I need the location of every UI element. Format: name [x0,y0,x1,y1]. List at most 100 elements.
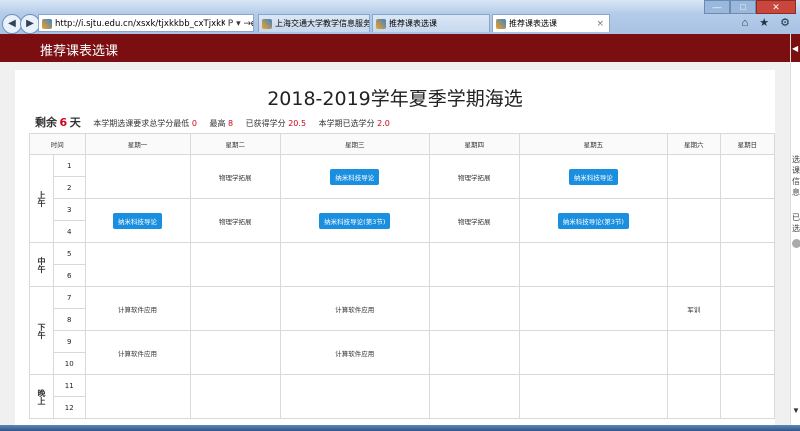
remaining-label: 剩余 [35,116,57,129]
cell-tue-34[interactable]: 物理学拓展 [189,198,282,243]
cell-mon-910[interactable]: 计算软件应用 [84,330,191,375]
course-badge[interactable]: 纳米科技导论 [113,212,163,229]
address-tools[interactable]: P ▾ → [224,15,251,31]
cell-fri-1112 [519,374,668,419]
cell-sun-1112 [719,374,776,419]
cell-sun-910 [719,330,776,375]
cell-mon-12 [84,154,191,199]
cell-sat-34 [666,198,721,243]
slot-number: 9 [52,330,86,353]
slot-number: 2 [52,176,86,199]
cell-wed-12[interactable]: 纳米科技导论 [280,154,430,199]
selected-credits-label: 本学期已选学分 [318,119,375,128]
slot-number: 10 [52,352,86,375]
back-button[interactable]: ◀ [2,14,22,34]
slot-number: 12 [52,396,86,419]
period-label-noon: 中午 [29,242,54,287]
table-row: 9 计算软件应用 计算软件应用 [30,330,776,375]
day-header: 星期二 [189,133,282,155]
os-taskbar [0,425,800,431]
cell-wed-78[interactable]: 计算软件应用 [280,286,430,331]
cell-tue-1112 [189,374,282,419]
window-controls: — □ ✕ [704,0,796,14]
cell-fri-34[interactable]: 纳米科技导论(第3节) [519,198,668,243]
cell-fri-56 [519,242,668,287]
earned-label: 已获得学分 [245,119,286,128]
cell-wed-56 [280,242,430,287]
slot-number: 7 [52,286,86,309]
max-credits: 8 [228,119,234,128]
expand-arrow-icon[interactable]: ◀ [792,44,798,53]
tab-close-icon[interactable]: × [596,15,604,32]
toggle-dot-icon[interactable] [792,239,800,248]
cell-mon-78[interactable]: 计算软件应用 [84,286,191,331]
tab-recommend-active[interactable]: 推荐课表选课 × [492,14,610,32]
browser-title-strip [0,0,800,12]
schedule-table: 时间 星期一 星期二 星期三 星期四 星期五 星期六 星期日 上午 1 物理学拓… [29,133,776,419]
selected-credits: 2.0 [377,119,390,128]
cell-thu-910 [428,330,521,375]
slot-number: 1 [52,154,86,177]
tab-favicon-icon [376,19,386,29]
slot-number: 6 [52,264,86,287]
cell-sat-1112 [666,374,721,419]
app-title: 推荐课表选课 [40,44,119,59]
tab-label: 推荐课表选课 [389,19,437,28]
period-label-evening: 晚上 [29,374,54,419]
cell-thu-78 [428,286,521,331]
cell-wed-34[interactable]: 纳米科技导论(第3节) [280,198,430,243]
remaining-days: 6 [59,116,68,129]
table-row: 中午 5 [29,242,776,287]
tab-favicon-icon [262,19,272,29]
cell-tue-12[interactable]: 物理学拓展 [189,154,282,199]
cell-sun-56 [719,242,776,287]
cell-mon-56 [84,242,191,287]
cell-sun-12 [719,154,776,199]
slot-number: 4 [52,220,86,243]
cell-wed-1112 [280,374,430,419]
time-header: 时间 [29,133,86,155]
site-favicon-icon [42,19,52,29]
forward-button[interactable]: ▶ [20,14,40,34]
cell-sat-56 [666,242,721,287]
selected-label[interactable]: 已选 [792,212,800,234]
course-badge[interactable]: 纳米科技导论(第3节) [557,212,629,229]
address-bar[interactable]: http://i.sjtu.edu.cn/xsxk/tjxkkbb_cxTjxk… [38,14,254,32]
slot-number: 8 [52,308,86,331]
cell-sat-78[interactable]: 军训 [666,286,721,331]
max-label: 最高 [209,119,226,128]
day-header: 星期四 [428,133,521,155]
browser-tools[interactable]: ⌂ ★ ⚙ [742,16,794,29]
tab-recommend-1[interactable]: 推荐课表选课 [372,14,490,32]
earned-credits: 20.5 [288,119,307,128]
tab-favicon-icon [496,19,506,29]
day-header: 星期一 [84,133,191,155]
cell-sat-12 [666,154,721,199]
cell-fri-78 [519,286,668,331]
cell-wed-910[interactable]: 计算软件应用 [280,330,430,375]
cell-sun-34 [719,198,776,243]
cell-tue-78 [189,286,282,331]
right-panel-header: ◀ [791,34,800,62]
remaining-unit: 天 [69,116,81,129]
slot-number: 3 [52,198,86,221]
cell-thu-12[interactable]: 物理学拓展 [428,154,521,199]
cell-fri-12[interactable]: 纳米科技导论 [519,154,668,199]
maximize-button[interactable]: □ [730,0,756,14]
course-badge[interactable]: 纳米科技导论(第3节) [319,212,391,229]
scroll-down-icon[interactable]: ▼ [792,406,800,415]
tab-label: 上海交通大学教学信息服务网 [275,19,370,28]
cell-thu-34[interactable]: 物理学拓展 [428,198,521,243]
cell-sat-910 [666,330,721,375]
main-content: 2018-2019学年夏季学期海选 剩余 6 天 本学期选课要求总学分最低 0 … [15,70,776,431]
close-window-button[interactable]: ✕ [756,0,796,14]
period-label-morning: 上午 [29,154,54,243]
cell-mon-1112 [84,374,191,419]
cell-thu-56 [428,242,521,287]
course-badge[interactable]: 纳米科技导论 [330,168,380,185]
tab-jiaowu[interactable]: 上海交通大学教学信息服务网 [258,14,370,32]
cell-mon-34[interactable]: 纳米科技导论 [84,198,191,243]
minimize-button[interactable]: — [704,0,730,14]
course-badge[interactable]: 纳米科技导论 [568,168,618,185]
course-info-label[interactable]: 选课信息 [792,154,800,198]
